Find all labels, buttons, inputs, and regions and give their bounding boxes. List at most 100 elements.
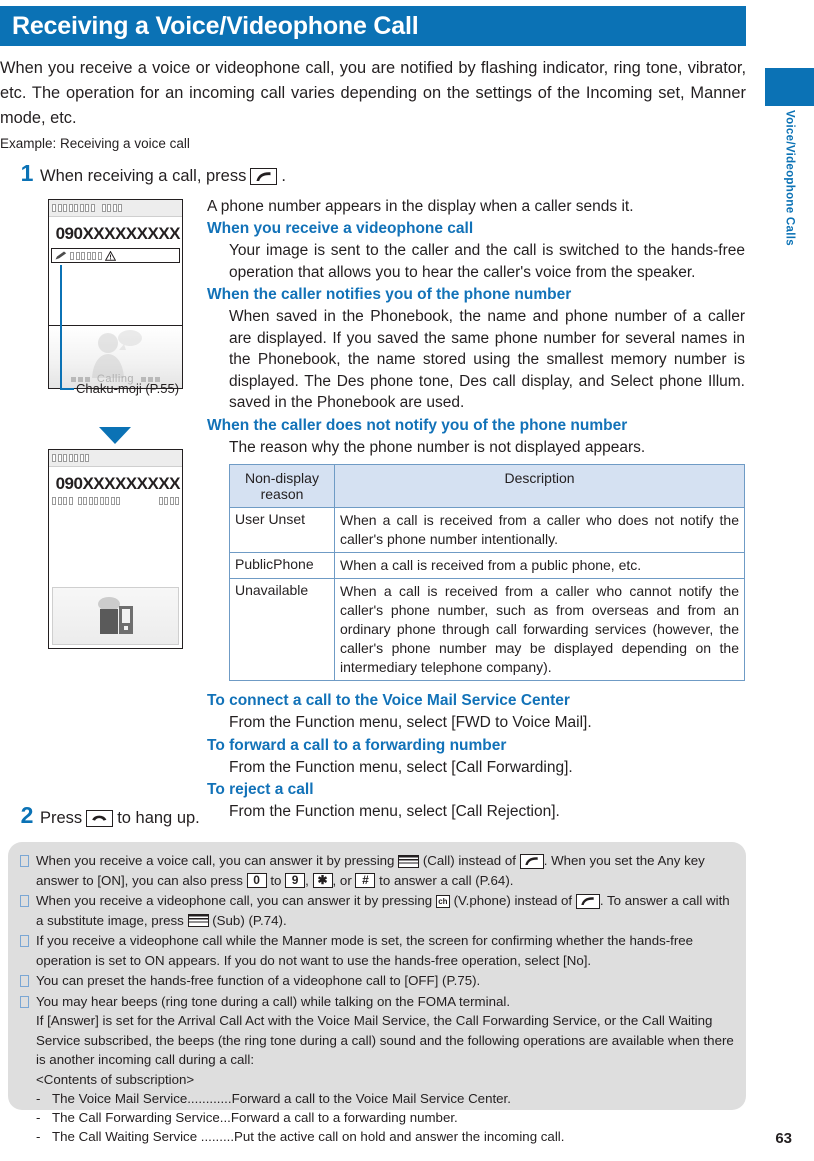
status-glyphs (52, 454, 89, 462)
note-item: When you receive a voice call, you can a… (20, 851, 734, 890)
key-asterisk-icon: ✱ (312, 873, 333, 889)
chaku-moji-text-glyphs (70, 251, 102, 260)
callout-connector-elbow (60, 388, 74, 390)
table-row: User Unset When a call is received from … (229, 507, 745, 553)
note-bullet-icon (20, 995, 29, 1008)
subscription-name: The Call Forwarding Service... (52, 1110, 231, 1125)
step-2: 2 Press to hang up. (14, 802, 200, 829)
note-5-line-2: If [Answer] is set for the Arrival Call … (36, 1013, 734, 1067)
side-tab-label: Voice/Videophone Calls (783, 110, 796, 246)
step-1: 1 When receiving a call, press . (14, 160, 286, 187)
section-heading-forward: To forward a call to a forwarding number (207, 736, 507, 754)
example-label: Example: Receiving a voice call (0, 136, 190, 151)
notes-panel: When you receive a voice call, you can a… (8, 842, 746, 1144)
step-text: Press to hang up. (40, 809, 200, 828)
subscription-name: The Voice Mail Service............ (52, 1091, 232, 1106)
section-body-voice-mail: From the Function menu, select [FWD to V… (229, 714, 592, 731)
section-body-forward: From the Function menu, select [Call For… (229, 758, 573, 776)
table-row: Unavailable When a call is received from… (229, 578, 745, 681)
table-cell-description: When a call is received from a public ph… (334, 552, 745, 579)
call-key-icon (575, 893, 600, 909)
phone-card-icon (97, 597, 133, 634)
note-2-part-d: (Sub) (P.74). (212, 912, 287, 928)
note-1-part-b: (Call) instead of (422, 853, 516, 868)
table-row: PublicPhone When a call is received from… (229, 552, 745, 579)
phone-screen-incoming-call: 090XXXXXXXXX Calling (48, 199, 183, 389)
section-heading-videophone: When you receive a videophone call (207, 220, 474, 237)
note-1-part-d: to answer a call (P.64). (379, 872, 514, 888)
status-glyphs-right (101, 204, 122, 212)
note-5-line-3: <Contents of subscription> (36, 1071, 195, 1087)
section-heading-reject: To reject a call (207, 781, 314, 798)
menu-key-icon (187, 914, 209, 928)
table-cell-reason: PublicPhone (229, 552, 335, 579)
step-2-text-before: Press (40, 809, 83, 827)
note-bullet-icon (20, 975, 29, 987)
intro-paragraph: When you receive a voice or videophone c… (0, 59, 746, 127)
note-item: If you receive a videophone call while t… (20, 931, 734, 970)
step-1-text-after: . (281, 167, 286, 185)
section-body-reject: From the Function menu, select [Call Rej… (229, 803, 560, 820)
section-body-notifies: When saved in the Phonebook, the name an… (229, 308, 745, 411)
vphone-key-icon: ch (435, 894, 450, 908)
screen2-subtext-left (52, 497, 120, 505)
table-cell-reason: User Unset (229, 507, 335, 553)
note-1-part-a: When you receive a voice call, you can a… (36, 853, 395, 868)
note-2-text: When you receive a videophone call, you … (36, 891, 734, 930)
screen-status-bar (49, 200, 182, 217)
step-number: 2 (20, 802, 34, 828)
note-1-text: When you receive a voice call, you can a… (36, 851, 734, 890)
subscription-list: - The Voice Mail Service............ For… (36, 1089, 734, 1146)
warning-icon (104, 250, 116, 261)
list-dash: - (36, 1091, 41, 1106)
page-number: 63 (775, 1130, 792, 1147)
note-5-text: You may hear beeps (ring tone during a c… (36, 992, 734, 1147)
note-3-text: If you receive a videophone call while t… (36, 933, 694, 968)
screen2-subtext-right (158, 497, 179, 505)
pencil-icon (55, 251, 67, 260)
page-title: Receiving a Voice/Videophone Call (12, 11, 419, 40)
step-2-text-after: to hang up. (117, 809, 200, 827)
note-bullet-icon (20, 855, 29, 867)
subscription-item: - The Call Forwarding Service... Forward… (36, 1108, 734, 1127)
subscription-item: - The Voice Mail Service............ For… (36, 1089, 734, 1108)
table-header-row: Non-display reason Description (229, 464, 745, 508)
non-display-reason-table: Non-display reason Description User Unse… (229, 464, 745, 681)
note-item: When you receive a videophone call, you … (20, 891, 734, 930)
call-key-icon (250, 168, 278, 185)
note-1-or: , or (332, 872, 352, 888)
screen2-phone-number: 090XXXXXXXXX (55, 474, 181, 493)
section-body-videophone: Your image is sent to the caller and the… (229, 242, 745, 281)
note-4-text: You can preset the hands-free function o… (36, 973, 481, 988)
step-1-text-before: When receiving a call, press (40, 167, 247, 185)
chaku-moji-band (51, 248, 180, 263)
end-key-icon (86, 810, 114, 827)
callout-connector-line (60, 265, 62, 390)
note-5-line-1: You may hear beeps (ring tone during a c… (36, 993, 511, 1009)
subscription-name: The Call Waiting Service ......... (52, 1129, 235, 1144)
list-dash: - (36, 1110, 41, 1125)
main-content-column: A phone number appears in the display wh… (207, 196, 745, 823)
section-body-not-notifies: The reason why the phone number is not d… (229, 438, 646, 456)
step-number: 1 (20, 160, 34, 186)
table-header-reason: Non-display reason (229, 464, 335, 508)
subscription-item: - The Call Waiting Service ......... Put… (36, 1127, 734, 1146)
screen1-phone-number: 090XXXXXXXXX (55, 224, 181, 243)
section-heading-not-notifies: When the caller does not notify you of t… (207, 416, 628, 434)
list-dash: - (36, 1129, 41, 1144)
note-2-part-a: When you receive a videophone call, you … (36, 893, 433, 908)
table-cell-reason: Unavailable (229, 578, 335, 681)
section-heading-voice-mail: To connect a call to the Voice Mail Serv… (207, 692, 570, 709)
table-cell-description: When a call is received from a caller wh… (334, 578, 745, 681)
key-0-icon: 0 (246, 873, 267, 889)
flow-down-arrow-icon (99, 427, 131, 444)
menu-key-icon (398, 854, 420, 868)
call-key-icon (519, 853, 544, 869)
table-cell-description: When a call is received from a caller wh… (334, 507, 745, 553)
page-header-bar: Receiving a Voice/Videophone Call (0, 6, 746, 46)
screen2-subtext-row (49, 497, 182, 505)
lead-sentence: A phone number appears in the display wh… (207, 198, 634, 215)
subscription-desc: Forward a call to the Voice Mail Service… (231, 1091, 511, 1106)
note-bullet-icon (20, 935, 29, 947)
note-bullet-icon (20, 895, 29, 907)
